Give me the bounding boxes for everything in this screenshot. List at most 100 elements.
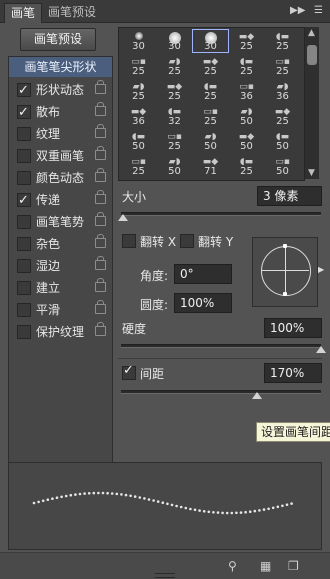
option-checkbox[interactable]: ✓ [17,105,31,120]
stroke-dot [41,499,45,503]
brush-tip-cell[interactable]: ▰◗ 36 [265,80,300,102]
option-checkbox[interactable] [17,215,31,229]
brush-option-row[interactable]: 双重画笔 [9,145,112,167]
brush-tip-cell[interactable]: ◖▬ 32 [157,105,192,127]
brush-tip-cell[interactable]: ◖▬ 25 [229,55,264,77]
new-brush-icon[interactable]: ❐ [288,559,299,573]
flip-y-checkbox[interactable] [180,234,194,248]
spacing-field[interactable]: 170% [264,363,322,383]
lock-icon[interactable] [95,256,106,270]
scroll-up-icon[interactable]: ▲ [308,28,315,38]
brush-tip-cell[interactable]: ▬◆ 25 [157,80,192,102]
brush-tip-shape-item[interactable]: 画笔笔尖形状 [9,57,112,77]
lock-icon[interactable] [95,212,106,226]
size-slider-thumb[interactable] [118,214,128,221]
panel-menu-icon[interactable]: ☰ [314,5,323,16]
grid-scroll-thumb[interactable] [307,45,317,65]
brush-tip-cell[interactable]: ▬◆ 25 [193,55,228,77]
hardness-slider-track[interactable] [121,344,321,348]
brush-option-row[interactable]: 湿边 [9,255,112,277]
size-slider-track[interactable] [121,212,321,216]
brush-tip-cell[interactable]: ▭▪ 25 [121,55,156,77]
brush-tip-cell[interactable]: ▬◆ 25 [229,30,264,52]
brush-tip-cell[interactable]: ▬◆ 50 [229,130,264,152]
brush-tip-cell[interactable]: 30 [121,30,156,52]
lock-icon[interactable] [95,168,106,182]
brush-tip-cell[interactable]: ◖▬ 25 [193,80,228,102]
tab-brush-presets[interactable]: 画笔预设 [42,3,102,22]
brush-presets-button[interactable]: 画笔预设 [20,28,96,51]
brush-tip-cell[interactable]: 30 [192,29,229,53]
brush-tip-cell[interactable]: 30 [157,30,192,52]
brush-tip-cell[interactable]: ▬◆ 71 [193,155,228,177]
brush-option-row[interactable]: 颜色动态 [9,167,112,189]
brush-tip-cell[interactable]: ◖▬ 50 [265,130,300,152]
brush-tip-cell[interactable]: ▭▪ 25 [157,130,192,152]
brush-tip-grid[interactable]: 30 30 30 ▬◆ 25 ◖▬ 25 ▭▪ 25 ▰◗ 25 ▬◆ 25 ◖▬ 25 ▭▪ 25 ▰◗ 25 ▬◆… [118,27,305,181]
collapse-icon[interactable]: ▶▶ [290,5,305,16]
brush-tip-cell[interactable]: ▭▪ 25 [121,155,156,177]
roundness-handle-bottom[interactable] [283,292,287,296]
brush-option-row[interactable]: ✓ 散布 [9,101,112,123]
size-field[interactable]: 3 像素 [257,186,322,206]
brush-option-row[interactable]: 建立 [9,277,112,299]
option-checkbox[interactable]: ✓ [17,83,31,98]
brush-option-row[interactable]: 纹理 [9,123,112,145]
angle-roundness-widget[interactable]: ▶ [252,237,324,307]
brush-option-row[interactable]: 保护纹理 [9,321,112,343]
option-checkbox[interactable]: ✓ [17,193,31,208]
hardness-slider-thumb[interactable] [316,346,326,353]
lock-icon[interactable] [95,80,106,94]
angle-arrow-icon[interactable]: ▶ [318,265,324,274]
option-checkbox[interactable] [17,325,31,339]
lock-icon[interactable] [95,102,106,116]
lock-icon[interactable] [95,190,106,204]
brush-option-row[interactable]: ✓ 形状动态 [9,79,112,101]
option-checkbox[interactable] [17,259,31,273]
option-checkbox[interactable] [17,237,31,251]
spacing-slider-track[interactable] [121,390,321,394]
option-checkbox[interactable] [17,303,31,317]
brush-tip-cell[interactable]: ▰◗ 50 [157,155,192,177]
spacing-checkbox[interactable]: ✓ [122,363,136,380]
tab-brush[interactable]: 画笔 [4,3,43,23]
brush-tip-cell[interactable]: ◖▬ 50 [121,130,156,152]
hardness-field[interactable]: 100% [264,318,322,338]
option-checkbox[interactable] [17,281,31,295]
toggle-brush-icon[interactable]: ⚲ [228,559,237,573]
brush-tip-cell[interactable]: ▭▪ 25 [265,55,300,77]
brush-tip-cell[interactable]: ▬◆ 36 [121,105,156,127]
brush-tip-cell[interactable]: ◖▬ 25 [229,155,264,177]
roundness-handle-top[interactable] [283,244,287,248]
lock-icon[interactable] [95,124,106,138]
lock-icon[interactable] [95,234,106,248]
brush-tip-cell[interactable]: ▬◆ 25 [265,105,300,127]
brush-option-row[interactable]: ✓ 传递 [9,189,112,211]
brush-tip-cell[interactable]: ▭▪ 25 [193,105,228,127]
spacing-slider-thumb[interactable] [252,392,262,399]
brush-tip-cell[interactable]: ▰◗ 25 [157,55,192,77]
lock-icon[interactable] [95,300,106,314]
brush-tip-cell[interactable]: ▰◗ 50 [229,105,264,127]
option-checkbox[interactable] [17,127,31,141]
option-checkbox[interactable] [17,149,31,163]
lock-icon[interactable] [95,322,106,336]
angle-circle[interactable] [261,246,311,296]
scroll-down-icon[interactable]: ▼ [308,168,315,178]
flip-x-checkbox[interactable] [122,234,136,248]
resize-grip[interactable] [155,573,175,578]
brush-option-row[interactable]: 杂色 [9,233,112,255]
brush-tip-cell[interactable]: ▰◗ 50 [193,130,228,152]
brush-tip-cell[interactable]: ▰◗ 25 [121,80,156,102]
lock-icon[interactable] [95,278,106,292]
brush-option-row[interactable]: 画笔笔势 [9,211,112,233]
angle-field[interactable]: 0° [174,264,232,284]
brush-tip-cell[interactable]: ◖▬ 25 [265,30,300,52]
brush-tip-cell[interactable]: ▭▪ 36 [229,80,264,102]
brush-tip-cell[interactable]: ▭▪ 50 [265,155,300,177]
grid-icon[interactable]: ▦ [260,559,271,573]
lock-icon[interactable] [95,146,106,160]
brush-option-row[interactable]: 平滑 [9,299,112,321]
option-checkbox[interactable] [17,171,31,185]
roundness-field[interactable]: 100% [174,293,232,313]
